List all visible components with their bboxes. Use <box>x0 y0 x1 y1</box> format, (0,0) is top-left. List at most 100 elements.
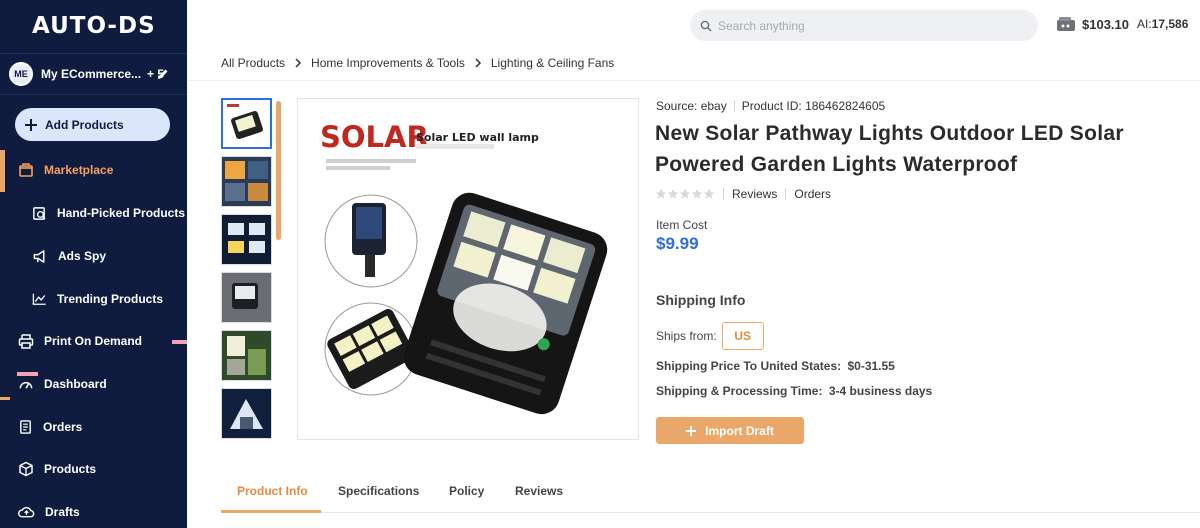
sidebar-item-products[interactable]: Products <box>0 449 187 489</box>
shipping-price-row: Shipping Price To United States: $0-31.5… <box>656 359 895 373</box>
product-main-image[interactable]: SOLAR Solar LED wall lamp <box>297 98 639 440</box>
star-icon <box>691 188 703 199</box>
import-draft-label: Import Draft <box>705 423 774 438</box>
sidebar-item-label: Ads Spy <box>58 249 107 263</box>
svg-text:Solar LED wall lamp: Solar LED wall lamp <box>416 131 539 144</box>
shipping-price-label: Shipping Price To United States: <box>656 359 842 373</box>
trending-chart-icon <box>32 293 46 305</box>
sidebar-item-print-on-demand[interactable]: Print On Demand <box>0 321 187 361</box>
tab-specifications[interactable]: Specifications <box>338 484 419 498</box>
plus-icon <box>25 118 37 131</box>
product-title: New Solar Pathway Lights Outdoor LED Sol… <box>655 122 1124 176</box>
tab-reviews[interactable]: Reviews <box>515 484 563 498</box>
add-products-button[interactable]: Add Products <box>15 108 170 141</box>
orders-link[interactable]: Orders <box>794 187 831 201</box>
item-cost-value: $9.99 <box>656 234 699 253</box>
print-on-demand-icon <box>18 334 34 349</box>
sidebar-item-label: Products <box>44 462 97 476</box>
sidebar-item-drafts[interactable]: Drafts <box>0 492 187 528</box>
plus-icon <box>686 425 697 436</box>
divider <box>785 188 787 200</box>
add-products-label: Add Products <box>45 117 124 132</box>
sidebar-item-dashboard[interactable]: Dashboard <box>0 364 187 404</box>
account-switcher[interactable]: ME My ECommerce... + 5 <box>9 62 179 86</box>
chevron-right-icon <box>475 58 481 68</box>
thumbnail-image[interactable] <box>221 214 272 265</box>
star-icon <box>667 188 679 199</box>
star-icon <box>703 188 715 199</box>
logo-text: AUTO-DS <box>32 13 156 39</box>
sidebar-item-label: Marketplace <box>44 163 114 177</box>
svg-text:SOLAR: SOLAR <box>320 120 429 154</box>
active-tab-indicator <box>221 510 321 513</box>
shipping-time-value: 3-4 business days <box>828 384 933 398</box>
product-id: Product ID: 186462824605 <box>741 99 886 113</box>
import-draft-button[interactable]: Import Draft <box>656 417 804 444</box>
sidebar: AUTO-DS ME My ECommerce... + 5 Add Produ… <box>0 0 187 528</box>
shipping-price-value: $0-31.55 <box>847 359 895 373</box>
breadcrumb: All Products Home Improvements & Tools L… <box>221 54 614 72</box>
search-input[interactable] <box>718 18 1018 33</box>
sidebar-item-label: Hand-Picked Products <box>57 206 186 220</box>
thumbnail-image[interactable] <box>221 272 272 323</box>
thumbnail-scrollbar[interactable] <box>276 101 281 240</box>
thumbnail-image[interactable] <box>221 98 272 149</box>
search-icon <box>700 20 712 32</box>
divider <box>733 100 735 112</box>
wallet-summary[interactable]: $103.10 AI:17,586 <box>1056 16 1188 32</box>
divider <box>187 80 1200 81</box>
ai-credits: AI:17,586 <box>1137 17 1189 31</box>
account-name: My ECommerce... <box>41 67 142 81</box>
reviews-link[interactable]: Reviews <box>732 187 777 201</box>
rating-stars <box>655 188 715 200</box>
item-cost-label: Item Cost <box>656 218 708 232</box>
ships-from: Ships from: US <box>656 322 764 350</box>
shipping-time-label: Shipping & Processing Time: <box>656 384 823 398</box>
shipping-info-heading: Shipping Info <box>656 292 746 308</box>
breadcrumb-item-all-products[interactable]: All Products <box>221 56 285 70</box>
search-bar[interactable] <box>690 10 1038 41</box>
sidebar-item-label: Trending Products <box>57 292 164 306</box>
balance-amount: $103.10 <box>1082 16 1129 32</box>
sidebar-item-label: Orders <box>43 420 83 434</box>
sidebar-item-ads-spy[interactable]: Ads Spy <box>0 236 187 276</box>
account-avatar: ME <box>9 62 33 86</box>
sidebar-item-hand-picked[interactable]: Hand-Picked Products <box>0 193 187 233</box>
ships-from-country-chip[interactable]: US <box>721 322 764 350</box>
star-icon <box>655 188 667 199</box>
sidebar-item-label: Print On Demand <box>44 334 143 348</box>
dashboard-icon <box>19 381 33 389</box>
divider <box>0 94 187 95</box>
sidebar-item-label: Dashboard <box>44 377 107 391</box>
tab-product-info[interactable]: Product Info <box>237 484 308 498</box>
thumbnail-image[interactable] <box>221 156 272 207</box>
sidebar-item-orders[interactable]: Orders <box>0 407 187 447</box>
thumbnail-image[interactable] <box>221 330 272 381</box>
breadcrumb-item-lighting[interactable]: Lighting & Ceiling Fans <box>491 56 614 70</box>
products-box-icon <box>19 461 33 477</box>
thumbnail-image[interactable] <box>221 388 272 439</box>
sidebar-item-trending[interactable]: Trending Products <box>0 279 187 319</box>
product-tabs: Product Info Specifications Policy Revie… <box>221 470 1200 513</box>
drafts-cloud-icon <box>18 506 35 518</box>
divider <box>0 53 187 54</box>
autods-logo[interactable]: AUTO-DS <box>32 9 156 43</box>
megaphone-icon <box>33 249 45 263</box>
ships-from-label: Ships from: <box>656 329 717 343</box>
scroll-marker <box>172 340 187 344</box>
chevron-right-icon <box>295 58 302 68</box>
product-rating: Reviews Orders <box>655 187 831 201</box>
tab-policy[interactable]: Policy <box>449 484 484 498</box>
product-source: Source: ebay <box>656 99 727 113</box>
product-photo: SOLAR Solar LED wall lamp <box>320 120 608 415</box>
product-meta: Source: ebay Product ID: 186462824605 <box>656 99 885 113</box>
sidebar-item-label: Drafts <box>45 505 80 519</box>
star-icon <box>679 188 691 199</box>
shipping-time-row: Shipping & Processing Time: 3-4 business… <box>656 384 932 398</box>
store-icon <box>19 163 33 177</box>
sidebar-item-marketplace[interactable]: Marketplace <box>0 150 187 192</box>
breadcrumb-item-home-improvements[interactable]: Home Improvements & Tools <box>311 56 465 70</box>
divider <box>723 188 724 200</box>
orders-icon <box>20 420 31 434</box>
pencil-icon[interactable] <box>156 67 170 81</box>
